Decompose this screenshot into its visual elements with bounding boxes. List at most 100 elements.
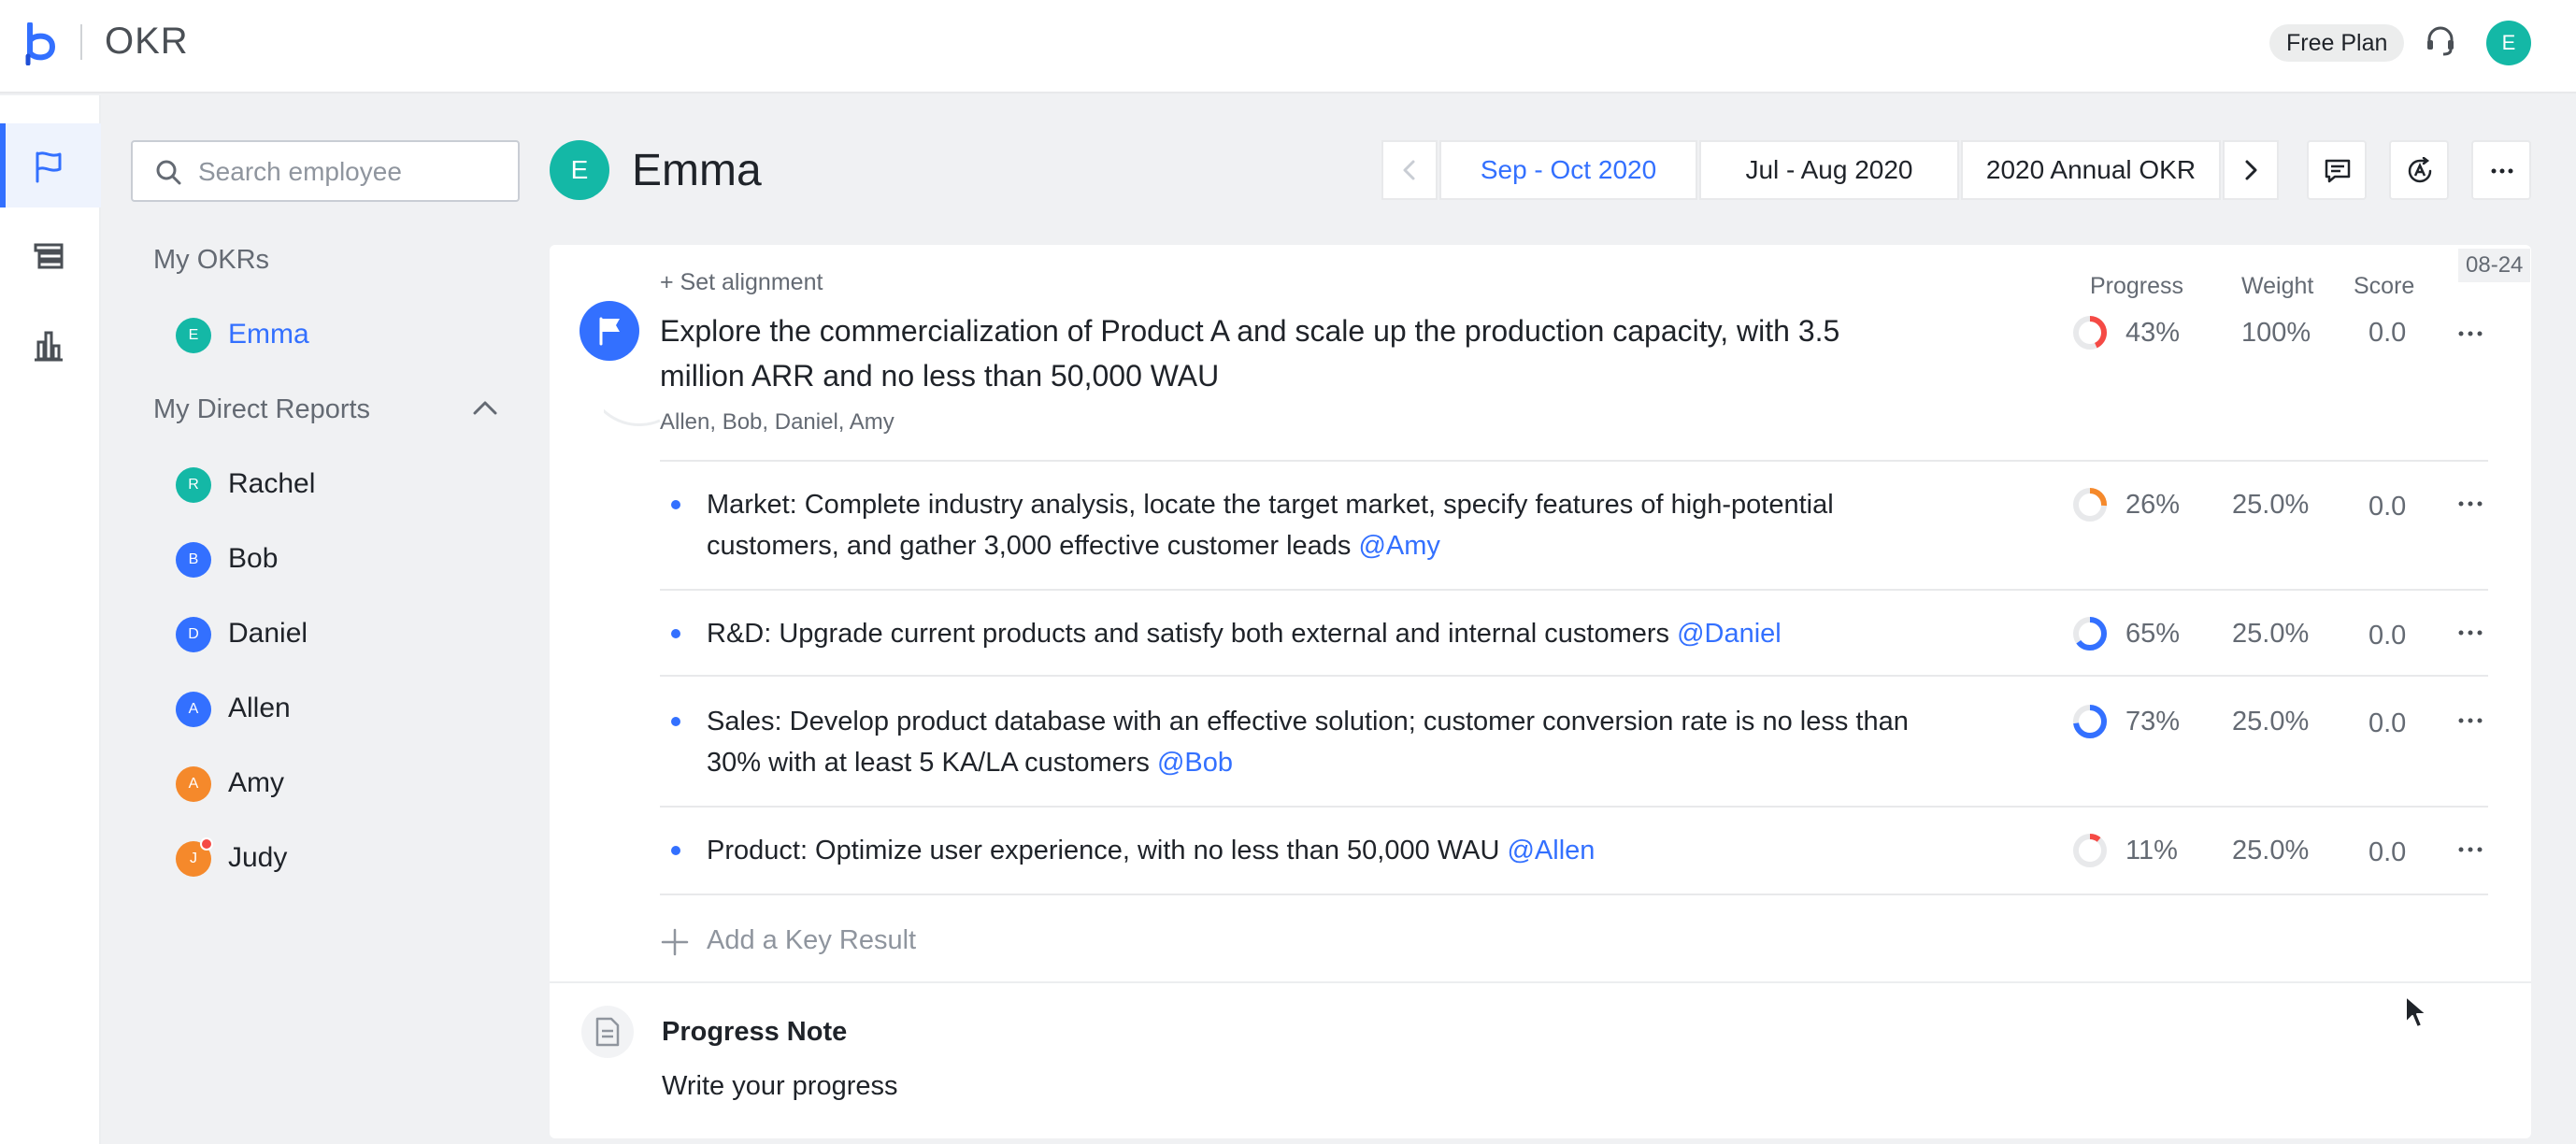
avatar: D: [176, 617, 211, 652]
row-divider: [660, 806, 2488, 808]
tab-period-annual[interactable]: 2020 Annual OKR: [1961, 140, 2221, 200]
bar-chart-icon: [35, 331, 63, 362]
my-okrs-heading: My OKRs: [153, 245, 270, 275]
objective-weight: 100%: [2241, 318, 2311, 348]
more-horizontal-icon: [2491, 168, 2513, 174]
employee-name: Judy: [228, 842, 288, 873]
section-divider: [550, 981, 2531, 983]
set-alignment-link[interactable]: + Set alignment: [660, 269, 823, 296]
kr-description: Market: Complete industry analysis, loca…: [707, 490, 1834, 561]
key-result-text[interactable]: Product: Optimize user experience, with …: [707, 830, 1931, 871]
employee-name: Emma: [228, 319, 309, 350]
kr-progress: 65%: [2125, 619, 2181, 649]
list-icon: [34, 243, 64, 269]
add-key-result-label: Add a Key Result: [707, 925, 917, 955]
avatar: E: [176, 318, 211, 353]
search-box[interactable]: [131, 140, 520, 202]
comment-icon: [2325, 159, 2351, 183]
avatar: A: [176, 766, 211, 802]
row-divider: [660, 589, 2488, 591]
kr-weight: 25.0%: [2232, 836, 2310, 865]
kr-owner-mention[interactable]: @Bob: [1157, 748, 1233, 778]
page-title: Emma: [632, 146, 762, 195]
employee-name: Rachel: [228, 468, 316, 499]
employee-item-judy[interactable]: J Judy: [153, 832, 518, 884]
employee-item-bob[interactable]: B Bob: [153, 533, 518, 585]
flag-icon: [36, 151, 62, 183]
chevron-up-icon[interactable]: [469, 393, 501, 424]
objective-title[interactable]: Explore the commercialization of Product…: [660, 308, 1912, 398]
progress-ring: [2073, 488, 2107, 522]
avatar: A: [176, 692, 211, 727]
more-horizontal-icon[interactable]: [2454, 617, 2486, 649]
more-options-button[interactable]: [2471, 140, 2531, 200]
progress-ring: [2073, 617, 2107, 651]
column-header-score: Score: [2354, 273, 2415, 299]
kr-progress: 26%: [2125, 490, 2181, 520]
row-divider: [660, 675, 2488, 677]
tab-period-jul-aug[interactable]: Jul - Aug 2020: [1699, 140, 1959, 200]
more-horizontal-icon[interactable]: [2454, 705, 2486, 736]
more-horizontal-icon[interactable]: [2454, 318, 2486, 350]
user-avatar[interactable]: E: [2486, 21, 2531, 65]
progress-note-input[interactable]: [662, 1071, 1970, 1102]
kr-progress: 11%: [2125, 836, 2178, 865]
top-bar: OKR Free Plan E: [0, 0, 2576, 93]
kr-description: R&D: Upgrade current products and satisf…: [707, 619, 1670, 649]
progress-ring-track: [2073, 834, 2107, 867]
rail-item-list[interactable]: [0, 213, 101, 297]
rail-item-okr[interactable]: [0, 123, 101, 207]
headset-support-icon[interactable]: [2425, 25, 2456, 57]
employee-item-emma[interactable]: E Emma: [153, 308, 518, 361]
set-alignment-label: Set alignment: [680, 269, 823, 295]
logo-divider: [80, 24, 82, 60]
kr-bullet: [671, 717, 680, 726]
kr-score[interactable]: 0.0: [2368, 837, 2406, 868]
kr-owner-mention[interactable]: @Allen: [1507, 836, 1595, 865]
column-header-progress: Progress: [2090, 273, 2184, 299]
rail-item-analytics[interactable]: [0, 303, 101, 387]
kr-description: Product: Optimize user experience, with …: [707, 836, 1500, 865]
progress-ring: [2073, 834, 2107, 867]
employee-name: Amy: [228, 767, 284, 798]
next-period-button[interactable]: [2223, 140, 2279, 200]
objective-owners: Allen, Bob, Daniel, Amy: [660, 409, 894, 435]
progress-ring: [2073, 705, 2107, 738]
app-logo-icon[interactable]: [24, 22, 62, 65]
more-horizontal-icon[interactable]: [2454, 834, 2486, 865]
employee-panel: My OKRs E Emma My Direct Reports R Rache…: [103, 95, 535, 1144]
kr-score[interactable]: 0.0: [2368, 492, 2406, 522]
plus-icon: +: [660, 269, 680, 295]
employee-name: Allen: [228, 693, 291, 723]
employee-item-daniel[interactable]: D Daniel: [153, 608, 518, 660]
key-result-text[interactable]: R&D: Upgrade current products and satisf…: [707, 613, 1931, 654]
key-result-text[interactable]: Market: Complete industry analysis, loca…: [707, 484, 1931, 566]
employee-item-allen[interactable]: A Allen: [153, 682, 518, 735]
plus-icon: [661, 928, 689, 956]
key-result-text[interactable]: Sales: Develop product database with an …: [707, 701, 1931, 783]
tab-period-sep-oct[interactable]: Sep - Oct 2020: [1439, 140, 1697, 200]
search-input[interactable]: [198, 151, 507, 193]
employee-name: Bob: [228, 543, 279, 574]
kr-owner-mention[interactable]: @Daniel: [1677, 619, 1782, 649]
history-button[interactable]: [2389, 140, 2449, 200]
employee-item-rachel[interactable]: R Rachel: [153, 458, 518, 510]
prev-period-button[interactable]: [1381, 140, 1438, 200]
more-horizontal-icon[interactable]: [2454, 488, 2486, 520]
comments-button[interactable]: [2307, 140, 2367, 200]
kr-weight: 25.0%: [2232, 707, 2310, 736]
kr-score[interactable]: 0.0: [2368, 621, 2406, 651]
kr-owner-mention[interactable]: @Amy: [1358, 531, 1439, 561]
employee-item-amy[interactable]: A Amy: [153, 757, 518, 809]
search-icon: [156, 160, 181, 185]
plan-badge[interactable]: Free Plan: [2269, 24, 2405, 62]
kr-bullet: [671, 846, 680, 855]
objective-flag-badge: [580, 301, 639, 361]
owner-avatar: E: [550, 140, 609, 200]
kr-score[interactable]: 0.0: [2368, 708, 2406, 739]
progress-note-title: Progress Note: [662, 1017, 848, 1047]
kr-progress: 73%: [2125, 707, 2181, 736]
kr-bullet: [671, 500, 680, 509]
objective-score[interactable]: 0.0: [2368, 318, 2406, 349]
kr-weight: 25.0%: [2232, 490, 2310, 520]
